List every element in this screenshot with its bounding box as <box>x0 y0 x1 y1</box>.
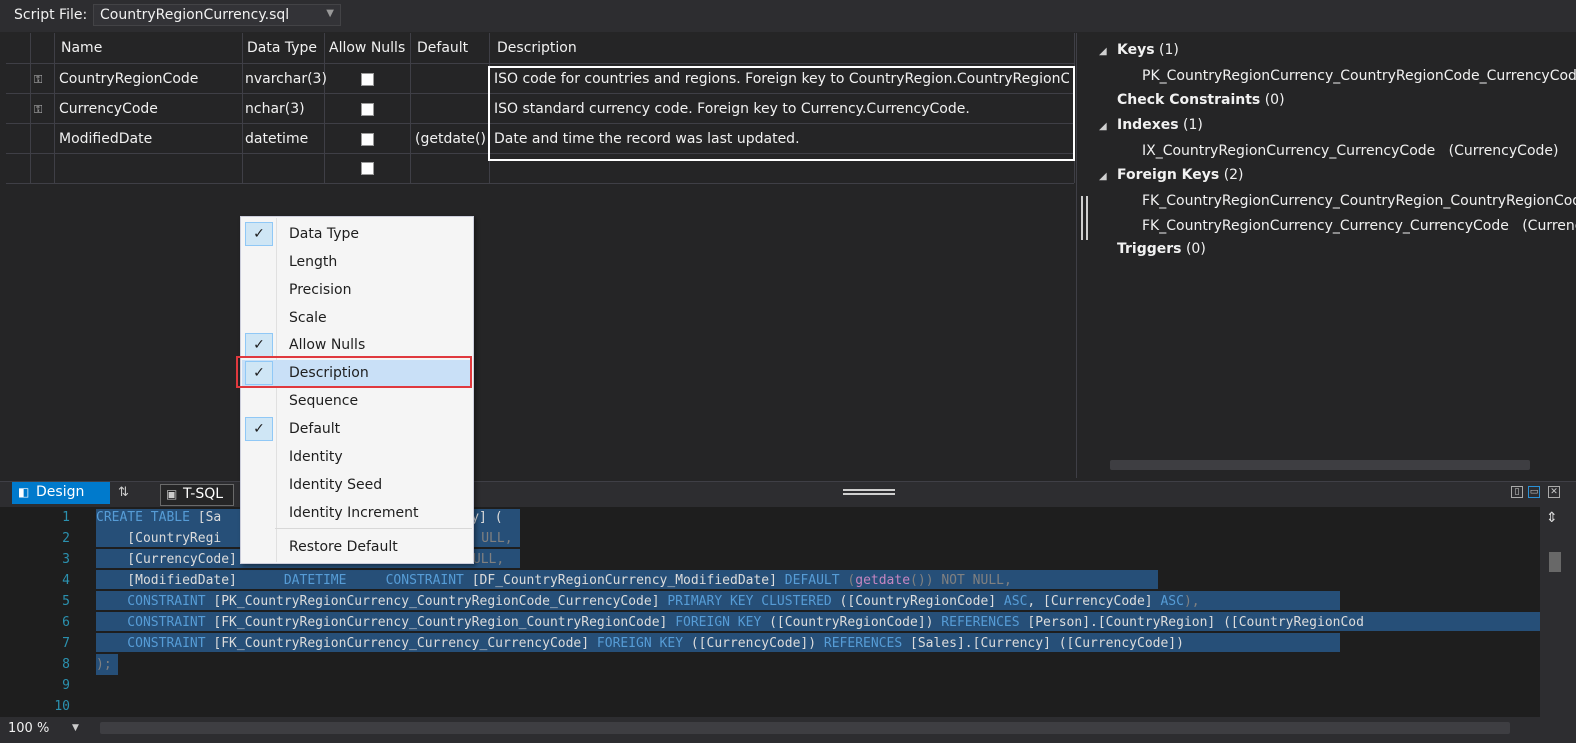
row-name-cell[interactable]: ModifiedDate <box>59 131 152 147</box>
chevron-down-icon: ▼ <box>72 723 79 733</box>
tree-node-triggers[interactable]: Triggers (0) <box>1117 241 1206 257</box>
allow-nulls-checkbox[interactable] <box>361 73 374 86</box>
menu-item-identity-increment[interactable]: Identity Increment <box>242 500 472 526</box>
panel-horizontal-scrollbar[interactable] <box>1110 460 1530 470</box>
script-file-label: Script File: <box>14 7 88 23</box>
expanded-triangle-icon[interactable]: ◢ <box>1099 121 1107 132</box>
menu-item-allow-nulls[interactable]: ✓ Allow Nulls <box>242 332 472 358</box>
column-chooser-menu: ✓ Data Type Length Precision Scale ✓ Allow… <box>240 216 474 564</box>
expanded-triangle-icon[interactable]: ◢ <box>1099 171 1107 182</box>
column-header-default[interactable]: Default <box>417 40 468 56</box>
description-highlight-box <box>488 66 1075 161</box>
editor-vertical-scrollbar[interactable] <box>1540 507 1576 717</box>
panel-splitter[interactable] <box>1086 196 1088 240</box>
expanded-triangle-icon[interactable]: ◢ <box>1099 46 1107 57</box>
pane-splitter-grip[interactable] <box>843 489 895 495</box>
check-icon: ✓ <box>245 417 273 441</box>
allow-nulls-checkbox[interactable] <box>361 103 374 116</box>
split-editor-icon[interactable]: ⇕ <box>1546 510 1558 526</box>
tsql-editor[interactable]: 1 2 3 4 5 6 7 8 9 10 CREATE TABLE [Sa y] … <box>0 507 1540 717</box>
tree-item-fk[interactable]: FK_CountryRegionCurrency_CountryRegion_C… <box>1142 193 1576 209</box>
vertical-split-icon[interactable]: ▯ <box>1511 486 1523 498</box>
script-file-value: CountryRegionCurrency.sql <box>100 7 290 23</box>
tab-tsql[interactable]: ▣ T-SQL <box>160 484 234 506</box>
allow-nulls-checkbox[interactable] <box>361 162 374 175</box>
design-icon: ◧ <box>18 485 30 499</box>
row-name-cell[interactable]: CountryRegionCode <box>59 71 198 87</box>
line-number: 10 <box>54 699 70 714</box>
row-type-cell[interactable]: nvarchar(3) <box>245 71 327 87</box>
column-header-allow-nulls[interactable]: Allow Nulls <box>329 40 405 56</box>
menu-item-precision[interactable]: Precision <box>242 277 472 303</box>
tsql-icon: ▣ <box>166 487 178 501</box>
collapse-pane-icon[interactable]: ✕ <box>1548 486 1560 498</box>
check-icon: ✓ <box>245 222 273 246</box>
line-number: 7 <box>62 636 70 651</box>
menu-separator <box>275 528 472 529</box>
column-header-description[interactable]: Description <box>497 40 577 56</box>
menu-item-length[interactable]: Length <box>242 249 472 275</box>
code-line-5: CONSTRAINT [PK_CountryRegionCurrency_Cou… <box>96 594 1200 609</box>
primary-key-icon: ⚿ <box>34 103 43 116</box>
menu-item-sequence[interactable]: Sequence <box>242 388 472 414</box>
line-number: 4 <box>62 573 70 588</box>
description-highlight-frame <box>236 356 472 388</box>
check-icon: ✓ <box>245 333 273 357</box>
menu-item-identity-seed[interactable]: Identity Seed <box>242 472 472 498</box>
code-line-8: ); <box>96 657 112 672</box>
tree-node-keys[interactable]: Keys (1) <box>1117 42 1179 58</box>
line-number: 1 <box>62 510 70 525</box>
menu-item-identity[interactable]: Identity <box>242 444 472 470</box>
line-number: 8 <box>62 657 70 672</box>
primary-key-icon: ⚿ <box>34 73 43 86</box>
menu-item-default[interactable]: ✓ Default <box>242 416 472 442</box>
code-line-4: [ModifiedDate] DATETIME CONSTRAINT [DF_C… <box>96 573 1012 588</box>
tree-node-check-constraints[interactable]: Check Constraints (0) <box>1117 92 1285 108</box>
tree-node-foreign-keys[interactable]: Foreign Keys (2) <box>1117 167 1244 183</box>
scrollbar-thumb[interactable] <box>1549 552 1561 572</box>
tree-node-indexes[interactable]: Indexes (1) <box>1117 117 1203 133</box>
editor-horizontal-scrollbar[interactable] <box>100 722 1510 734</box>
pane-tab-bar <box>0 481 1576 508</box>
code-line-7: CONSTRAINT [FK_CountryRegionCurrency_Cur… <box>96 636 1184 651</box>
row-default-cell[interactable]: (getdate()) <box>415 131 487 147</box>
column-header-name[interactable]: Name <box>61 40 102 56</box>
horizontal-split-icon[interactable]: ▭ <box>1528 486 1540 498</box>
line-number: 5 <box>62 594 70 609</box>
line-number: 9 <box>62 678 70 693</box>
zoom-dropdown[interactable]: 100 % ▼ <box>6 719 79 739</box>
script-file-dropdown[interactable]: CountryRegionCurrency.sql ▼ <box>93 4 341 26</box>
line-number: 3 <box>62 552 70 567</box>
column-header-data-type[interactable]: Data Type <box>247 40 317 56</box>
chevron-down-icon: ▼ <box>326 8 334 19</box>
menu-item-scale[interactable]: Scale <box>242 305 472 331</box>
swap-panes-icon[interactable]: ⇅ <box>118 485 129 500</box>
code-line-6: CONSTRAINT [FK_CountryRegionCurrency_Cou… <box>96 615 1364 630</box>
tab-design[interactable]: ◧ Design <box>12 482 110 504</box>
line-number: 2 <box>62 531 70 546</box>
tree-item-pk[interactable]: PK_CountryRegionCurrency_CountryRegionCo… <box>1142 68 1576 84</box>
row-type-cell[interactable]: nchar(3) <box>245 101 305 117</box>
line-number: 6 <box>62 615 70 630</box>
allow-nulls-checkbox[interactable] <box>361 133 374 146</box>
panel-splitter[interactable] <box>1081 196 1083 240</box>
tree-item-index[interactable]: IX_CountryRegionCurrency_CurrencyCode (C… <box>1142 143 1558 159</box>
tree-item-fk[interactable]: FK_CountryRegionCurrency_Currency_Curren… <box>1142 218 1576 234</box>
menu-item-restore-default[interactable]: Restore Default <box>242 534 472 560</box>
row-type-cell[interactable]: datetime <box>245 131 308 147</box>
row-name-cell[interactable]: CurrencyCode <box>59 101 158 117</box>
menu-item-data-type[interactable]: ✓ Data Type <box>242 221 472 247</box>
